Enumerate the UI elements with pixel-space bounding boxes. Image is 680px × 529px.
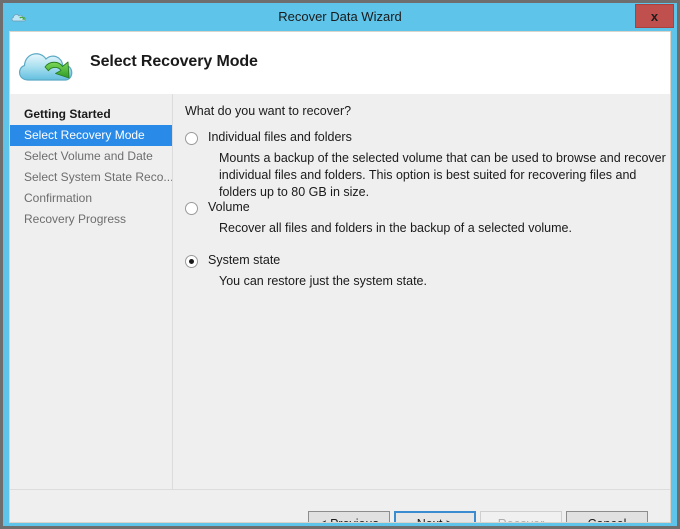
sidebar-item-confirmation[interactable]: Confirmation [10,188,172,209]
cancel-button[interactable]: Cancel [566,511,648,522]
wizard-footer: < Previous Next > Recover Cancel [10,490,670,522]
close-icon[interactable]: x [635,4,674,28]
radio-individual-files-and-folders[interactable] [185,132,198,145]
dialog-panel: Select Recovery Mode Getting Started Sel… [9,31,671,523]
sidebar-item-getting-started[interactable]: Getting Started [10,104,172,125]
radio-system-state[interactable] [185,255,198,268]
wizard-steps-sidebar: Getting Started Select Recovery Mode Sel… [10,94,173,474]
option-description: Mounts a backup of the selected volume t… [219,151,666,199]
page-title: Select Recovery Mode [90,53,258,70]
option-label[interactable]: System state [208,253,280,267]
previous-button[interactable]: < Previous [308,511,390,522]
wizard-body: Getting Started Select Recovery Mode Sel… [10,94,670,522]
next-button[interactable]: Next > [394,511,476,522]
radio-volume[interactable] [185,202,198,215]
option-label[interactable]: Volume [208,200,250,214]
cloud-restore-icon [16,42,78,88]
title-bar: Recover Data Wizard x [3,3,677,31]
recover-button: Recover [480,511,562,522]
option-label[interactable]: Individual files and folders [208,130,352,144]
recover-data-wizard-window: Recover Data Wizard x Select Recovery Mo… [0,0,680,529]
sidebar-item-select-system-state-recovery[interactable]: Select System State Reco... [10,167,173,188]
recover-question-label: What do you want to recover? [185,104,352,118]
sidebar-item-select-volume-and-date[interactable]: Select Volume and Date [10,146,172,167]
recovery-mode-content: What do you want to recover? Individual … [173,94,670,489]
sidebar-item-recovery-progress[interactable]: Recovery Progress [10,209,172,230]
option-description: Recover all files and folders in the bac… [219,221,572,235]
window-title: Recover Data Wizard [278,9,402,24]
wizard-header: Select Recovery Mode [10,32,670,94]
sidebar-item-select-recovery-mode[interactable]: Select Recovery Mode [10,125,172,146]
option-description: You can restore just the system state. [219,274,427,288]
